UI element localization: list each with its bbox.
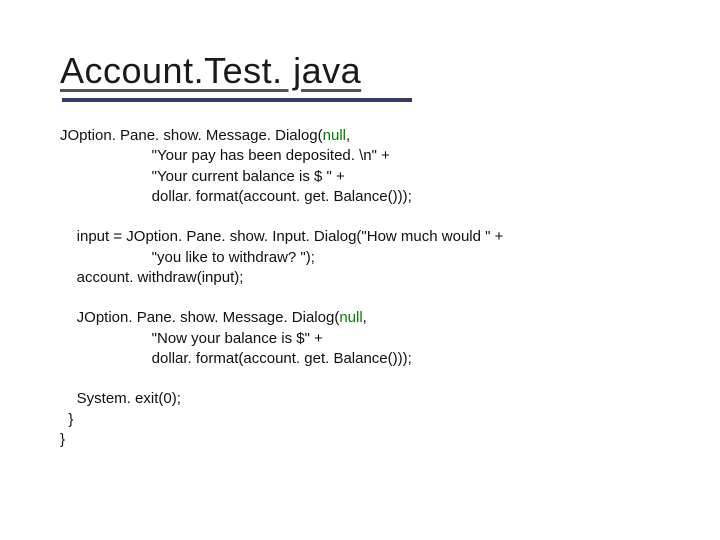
slide: Account.Test. java JOption. Pane. show. …: [0, 0, 720, 540]
slide-title: Account.Test. java: [60, 50, 670, 92]
code-line-11: "Now your balance is $" +: [60, 330, 323, 347]
code-line-15: }: [60, 411, 73, 428]
code-line-10a: JOption. Pane. show. Message. Dialog(: [60, 309, 339, 326]
keyword-null-1: null: [323, 127, 346, 144]
code-line-14: System. exit(0);: [60, 390, 181, 407]
code-line-10b: ,: [363, 309, 367, 326]
code-line-2: "Your pay has been deposited. \n" +: [60, 147, 390, 164]
code-line-12: dollar. format(account. get. Balance()))…: [60, 350, 412, 367]
code-line-1b: ,: [346, 127, 350, 144]
keyword-null-2: null: [339, 309, 362, 326]
code-line-3: "Your current balance is $ " +: [60, 168, 345, 185]
code-line-8: account. withdraw(input);: [60, 269, 243, 286]
code-line-4: dollar. format(account. get. Balance()))…: [60, 188, 412, 205]
code-block: JOption. Pane. show. Message. Dialog(nul…: [60, 126, 670, 450]
title-underline-accent: [62, 98, 412, 102]
code-line-16: }: [60, 431, 65, 448]
code-line-7: "you like to withdraw? ");: [60, 249, 315, 266]
code-line-6: input = JOption. Pane. show. Input. Dial…: [60, 228, 503, 245]
code-line-1a: JOption. Pane. show. Message. Dialog(: [60, 127, 323, 144]
